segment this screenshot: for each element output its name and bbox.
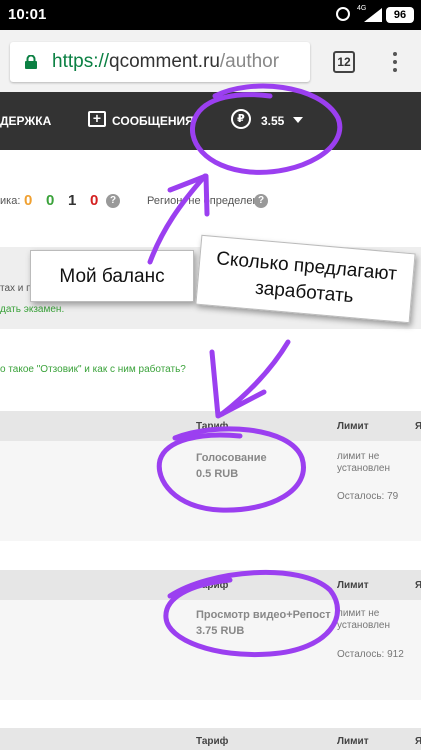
url-scheme: https:// xyxy=(52,51,110,72)
help-icon[interactable]: ? xyxy=(106,194,120,208)
tab-switcher-button[interactable]: 12 xyxy=(333,51,355,73)
faq-link[interactable]: о такое "Отзовик" и как с ним работать? xyxy=(0,364,186,375)
address-bar[interactable]: https://qcomment.ru/author xyxy=(10,42,310,82)
task-name: Просмотр видео+Репост xyxy=(196,609,331,621)
nav-messages-link[interactable]: СООБЩЕНИЯ xyxy=(112,114,194,128)
balance-callout: Мой баланс xyxy=(30,250,194,302)
nav-support-link[interactable]: ДЕРЖКА xyxy=(0,114,51,128)
status-bar: 10:01 4G 96 xyxy=(0,0,421,30)
rating-label: ика: xyxy=(0,195,21,207)
browser-menu-button[interactable] xyxy=(385,50,405,74)
tariff-header: Тариф xyxy=(196,580,229,591)
dot-icon xyxy=(393,52,397,56)
task-row[interactable]: Голосование 0.5 RUB лимит не установлен … xyxy=(0,441,421,541)
exam-description: тах и п xyxy=(0,283,32,294)
task-price: 3.75 RUB xyxy=(196,625,245,637)
extra-header: Я xyxy=(415,421,421,432)
url-host: qcomment.ru xyxy=(109,51,220,72)
take-exam-link[interactable]: дать экзамен. xyxy=(0,304,64,315)
stat-value: 1 xyxy=(68,192,77,209)
url-text: https://qcomment.ru/author xyxy=(52,51,279,73)
region-label: Регион: не определен xyxy=(147,195,259,207)
task-remaining: Осталось: 79 xyxy=(337,491,399,502)
status-time: 10:01 xyxy=(8,6,47,23)
task-limit: лимит не установлен xyxy=(337,608,391,631)
ruble-icon[interactable]: ₽ xyxy=(231,109,251,129)
chevron-down-icon[interactable] xyxy=(293,117,303,123)
extra-header: Я xyxy=(415,580,421,591)
limit-header: Лимит xyxy=(337,421,369,432)
lock-icon xyxy=(25,55,37,69)
dot-icon xyxy=(393,68,397,72)
tariff-header: Тариф xyxy=(196,736,229,747)
task-price: 0.5 RUB xyxy=(196,468,239,480)
task-name: Голосование xyxy=(196,452,267,464)
task-row[interactable]: Просмотр видео+Репост 3.75 RUB лимит не … xyxy=(0,600,421,700)
url-path: /author xyxy=(219,51,280,72)
task-remaining: Осталось: 912 xyxy=(337,649,404,660)
dot-icon xyxy=(393,60,397,64)
task-limit: лимит не установлен xyxy=(337,451,391,474)
add-message-icon[interactable]: + xyxy=(88,111,106,127)
table-header: Тариф Лимит Я xyxy=(0,411,421,441)
limit-header: Лимит xyxy=(337,580,369,591)
stat-value: 0 xyxy=(90,192,99,209)
browser-toolbar: https://qcomment.ru/author 12 xyxy=(0,30,421,92)
signal-icon xyxy=(364,8,382,22)
help-icon[interactable]: ? xyxy=(254,194,268,208)
extra-header: Я xyxy=(415,736,421,747)
tariff-header: Тариф xyxy=(196,421,229,432)
site-navbar: ДЕРЖКА + СООБЩЕНИЯ ₽ 3.55 xyxy=(0,92,421,230)
alarm-icon xyxy=(336,7,350,21)
table-header: Тариф Лимит Я xyxy=(0,728,421,750)
stat-value: 0 xyxy=(46,192,55,209)
battery-indicator: 96 xyxy=(386,7,414,23)
stat-value: 0 xyxy=(24,192,33,209)
table-header: Тариф Лимит Я xyxy=(0,570,421,600)
balance-amount[interactable]: 3.55 xyxy=(261,114,284,128)
limit-header: Лимит xyxy=(337,736,369,747)
